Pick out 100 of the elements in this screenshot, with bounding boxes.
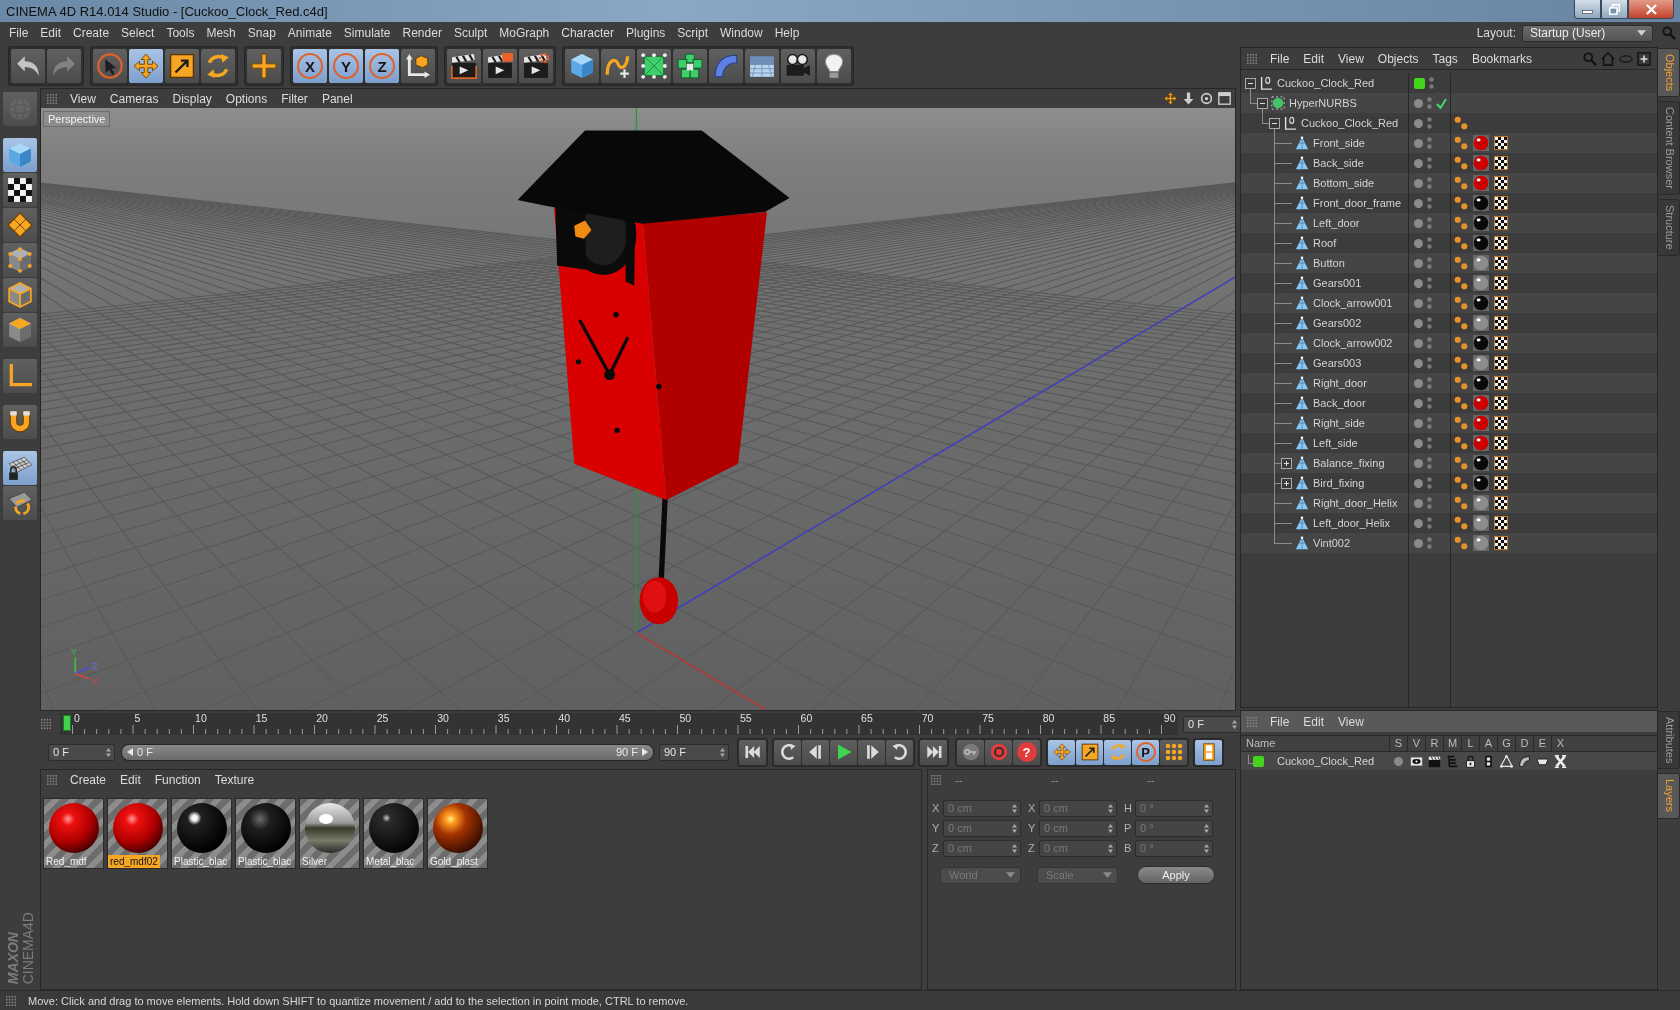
layer-dot-icon[interactable] [1414,498,1423,508]
material-sphere-icon[interactable] [1473,335,1489,351]
checker-tag-icon[interactable] [1494,356,1508,370]
rotate-key-button[interactable] [1104,739,1131,765]
scale-tool-button[interactable] [165,49,199,83]
object-name[interactable]: HyperNURBS [1289,97,1357,109]
layer-name[interactable]: Cuckoo_Clock_Red [1277,755,1375,767]
side-tab[interactable]: Content Browser [1658,101,1680,196]
z-axis-button[interactable]: Z [365,49,399,83]
column-header[interactable]: A [1479,736,1497,751]
screen-eye-icon[interactable] [1409,754,1423,768]
texture-mode-button[interactable] [3,173,37,207]
checker-tag-icon[interactable] [1494,316,1508,330]
menu-item[interactable]: Animate [281,26,338,40]
column-header[interactable]: Name [1241,736,1389,751]
triangle-points-icon[interactable] [1499,754,1513,768]
checker-tag-icon[interactable] [1494,456,1508,470]
viewport-menu-item[interactable]: View [63,91,103,106]
object-name[interactable]: Clock_arrow002 [1313,337,1393,349]
cube-button[interactable] [565,49,599,83]
close-button[interactable] [1628,0,1674,19]
workplane-mode-button[interactable] [3,208,37,242]
layout-dropdown[interactable]: Startup (User) [1522,24,1653,42]
phong-dots-icon[interactable] [1454,456,1468,470]
material-menu-item[interactable]: Texture [207,773,262,787]
bone-cross-icon[interactable] [1553,754,1567,768]
x-axis-button[interactable]: X [293,49,327,83]
visibility-dots-icon[interactable] [1427,197,1432,209]
menu-item[interactable]: Script [671,26,714,40]
point-level-button[interactable] [1160,739,1187,765]
visibility-dots-icon[interactable] [1427,217,1432,229]
layer-dot-icon[interactable] [1414,258,1423,268]
visibility-dots-icon[interactable] [1427,237,1432,249]
object-name[interactable]: Vint002 [1313,537,1351,549]
visibility-dots-icon[interactable] [1427,337,1432,349]
visibility-dots-icon[interactable] [1427,477,1432,489]
next-key-button[interactable] [886,739,913,765]
lock-icon[interactable] [1463,754,1477,768]
visibility-dots-icon[interactable] [1427,297,1432,309]
layer-dot-icon[interactable] [1414,158,1423,168]
object-name[interactable]: Cuckoo_Clock_Red [1301,117,1399,129]
layer-dot-icon[interactable] [1414,378,1423,388]
polygons-mode-button[interactable] [3,313,37,347]
material-sphere-icon[interactable] [1473,195,1489,211]
side-tab[interactable]: Layers [1658,773,1680,819]
phong-dots-icon[interactable] [1454,216,1468,230]
layer-dot-icon[interactable] [1414,478,1423,488]
phong-dots-icon[interactable] [1454,116,1468,130]
object-name[interactable]: Right_door_Helix [1313,497,1398,509]
material-sphere-icon[interactable] [1473,215,1489,231]
object-name[interactable]: Back_door [1313,397,1366,409]
object-menu-item[interactable]: File [1263,51,1297,66]
object-name[interactable]: Back_side [1313,157,1364,169]
material-sphere-icon[interactable] [1473,235,1489,251]
column-header[interactable]: G [1497,736,1515,751]
layer-menu-item[interactable]: View [1331,714,1371,729]
material-menu-item[interactable]: Function [147,773,208,787]
floor-button[interactable] [745,49,779,83]
checker-tag-icon[interactable] [1494,276,1508,290]
axis-mode-button[interactable] [3,359,37,393]
phong-dots-icon[interactable] [1454,376,1468,390]
column-header[interactable]: S [1389,736,1407,751]
tree-plus-icon[interactable] [1281,457,1292,469]
down-arrow-icon[interactable] [1182,92,1195,105]
menu-item[interactable]: Plugins [619,26,672,40]
visibility-dots-icon[interactable] [1427,157,1432,169]
object-name[interactable]: Clock_arrow001 [1313,297,1393,309]
object-name[interactable]: Left_door_Helix [1313,517,1391,529]
move-key-button[interactable] [1048,739,1075,765]
checker-tag-icon[interactable] [1494,196,1508,210]
tree-minus-icon[interactable] [1257,97,1268,109]
side-tab[interactable]: Attributes [1658,711,1680,770]
material-sphere-icon[interactable] [1473,375,1489,391]
object-menu-item[interactable]: Objects [1370,51,1426,66]
edges-mode-button[interactable] [3,278,37,312]
checker-tag-icon[interactable] [1494,236,1508,250]
visibility-dots-icon[interactable] [1427,97,1432,109]
checker-tag-icon[interactable] [1494,516,1508,530]
object-name[interactable]: Right_door [1313,377,1367,389]
record-keys-button[interactable] [957,739,984,765]
material-sphere-icon[interactable] [1473,475,1489,491]
record-button[interactable] [985,739,1012,765]
checker-tag-icon[interactable] [1494,216,1508,230]
play-button[interactable] [830,739,857,765]
checker-tag-icon[interactable] [1494,436,1508,450]
layer-color-icon[interactable] [1253,755,1264,767]
end-frame-field[interactable]: 90 F [659,743,729,761]
column-header[interactable]: X [1551,736,1569,751]
frame-range-slider[interactable]: 0 F 90 F [121,743,654,761]
column-header[interactable]: D [1515,736,1533,751]
move-tool-button[interactable] [129,49,163,83]
object-menu-item[interactable]: View [1331,51,1371,66]
menu-item[interactable]: Simulate [337,26,397,40]
menu-item[interactable]: Mesh [200,26,242,40]
checker-tag-icon[interactable] [1494,296,1508,310]
phong-dots-icon[interactable] [1454,516,1468,530]
checker-tag-icon[interactable] [1494,376,1508,390]
menu-item[interactable]: Edit [34,26,68,40]
layer-dot-icon[interactable] [1414,538,1423,548]
layer-dot-icon[interactable] [1414,518,1423,528]
